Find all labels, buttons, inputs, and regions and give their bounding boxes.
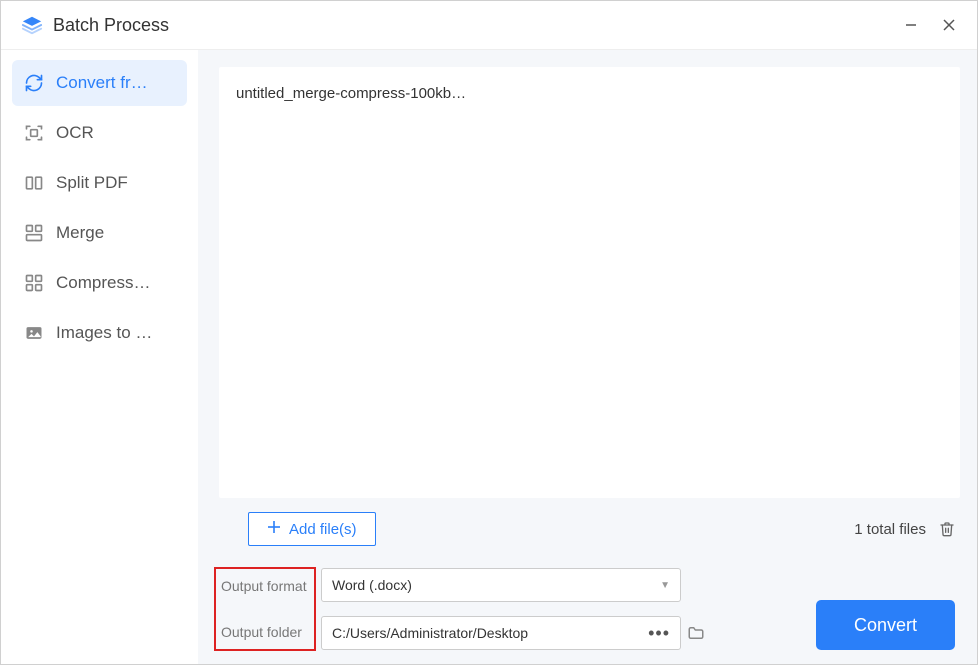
sidebar-item-split-pdf[interactable]: Split PDF (12, 160, 187, 206)
sidebar-item-images-to[interactable]: Images to … (12, 310, 187, 356)
minimize-button[interactable] (901, 15, 921, 35)
app-window: Batch Process (0, 0, 978, 665)
sidebar: Convert fr… OCR Split (1, 50, 198, 664)
delete-button[interactable] (938, 520, 956, 538)
close-button[interactable] (939, 15, 959, 35)
sidebar-item-ocr[interactable]: OCR (12, 110, 187, 156)
output-fields: Output format Output folder Word (.docx)… (219, 568, 707, 650)
add-files-button[interactable]: Add file(s) (248, 512, 376, 546)
file-list-footer: Add file(s) 1 total files (219, 498, 960, 546)
sidebar-item-label: Compress… (56, 273, 150, 293)
browse-folder-button[interactable] (685, 622, 707, 644)
output-format-value: Word (.docx) (332, 577, 412, 593)
output-format-row: Output format Output folder Word (.docx)… (219, 568, 707, 650)
image-icon (24, 323, 44, 343)
output-folder-input[interactable] (332, 617, 644, 649)
convert-button[interactable]: Convert (816, 600, 955, 650)
window-controls (901, 15, 959, 35)
sidebar-item-label: Convert fr… (56, 73, 148, 93)
sidebar-item-label: Split PDF (56, 173, 128, 193)
compress-icon (24, 273, 44, 293)
file-item[interactable]: untitled_merge-compress-100kb… (236, 85, 943, 102)
sidebar-item-label: Images to … (56, 323, 152, 343)
merge-icon (24, 223, 44, 243)
output-folder-label: Output folder (219, 624, 307, 640)
sidebar-item-label: Merge (56, 223, 104, 243)
file-list-area: untitled_merge-compress-100kb… Add file(… (219, 67, 960, 546)
main-panel: untitled_merge-compress-100kb… Add file(… (198, 50, 977, 664)
split-icon (24, 173, 44, 193)
ocr-icon (24, 123, 44, 143)
sidebar-item-convert-from[interactable]: Convert fr… (12, 60, 187, 106)
output-format-label: Output format (219, 578, 307, 594)
file-count-label: 1 total files (854, 521, 926, 538)
sidebar-item-label: OCR (56, 123, 94, 143)
output-area: Output format Output folder Word (.docx)… (219, 546, 960, 650)
sidebar-item-merge[interactable]: Merge (12, 210, 187, 256)
window-title: Batch Process (53, 15, 901, 36)
output-folder-box: ••• (321, 616, 681, 650)
output-format-select[interactable]: Word (.docx) ▼ (321, 568, 681, 602)
sidebar-item-compress[interactable]: Compress… (12, 260, 187, 306)
convert-label: Convert (854, 615, 917, 636)
output-labels-highlight: Output format Output folder (214, 567, 316, 651)
chevron-down-icon: ▼ (660, 580, 670, 591)
title-bar: Batch Process (1, 1, 977, 50)
refresh-icon (24, 73, 44, 93)
file-list: untitled_merge-compress-100kb… (219, 67, 960, 498)
content-area: Convert fr… OCR Split (1, 50, 977, 664)
add-files-label: Add file(s) (289, 521, 357, 538)
plus-icon (267, 520, 281, 538)
more-button[interactable]: ••• (644, 624, 674, 642)
layers-icon (21, 14, 43, 36)
